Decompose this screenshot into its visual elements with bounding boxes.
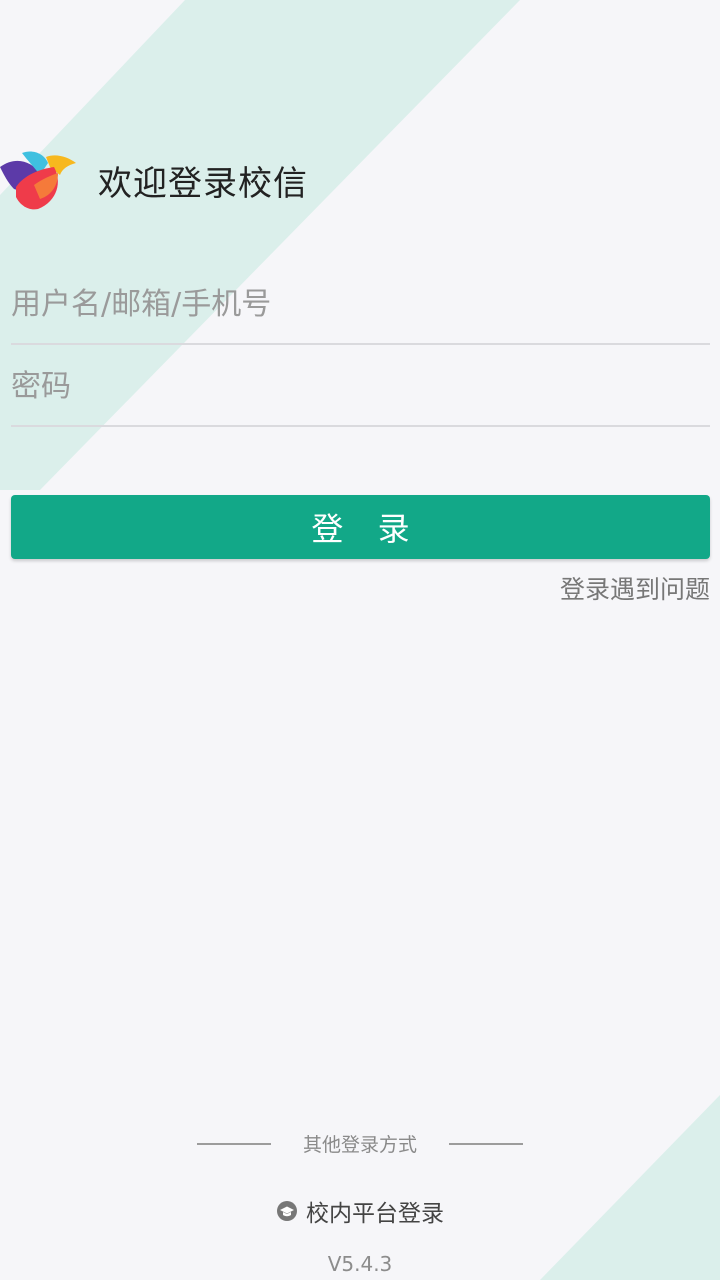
login-button[interactable]: 登 录 [11, 495, 710, 559]
other-login-methods: 其他登录方式 [0, 1130, 720, 1157]
login-problem-link[interactable]: 登录遇到问题 [560, 570, 710, 606]
username-input[interactable] [11, 265, 710, 343]
welcome-title: 欢迎登录校信 [98, 163, 308, 204]
other-login-label: 其他登录方式 [302, 1134, 417, 1156]
campus-login-button[interactable]: 校内平台登录 [0, 1194, 720, 1228]
school-cap-icon [277, 1201, 297, 1221]
colorful-bird-logo [0, 151, 76, 210]
version-label: V5.4.3 [327, 1252, 393, 1276]
campus-login-label: 校内平台登录 [306, 1201, 444, 1227]
username-field-container [11, 265, 710, 345]
password-input[interactable] [11, 347, 710, 425]
welcome-header: 欢迎登录校信 [0, 140, 308, 220]
divider-left [196, 1142, 271, 1145]
divider-right [449, 1142, 523, 1145]
password-field-container [11, 347, 710, 427]
